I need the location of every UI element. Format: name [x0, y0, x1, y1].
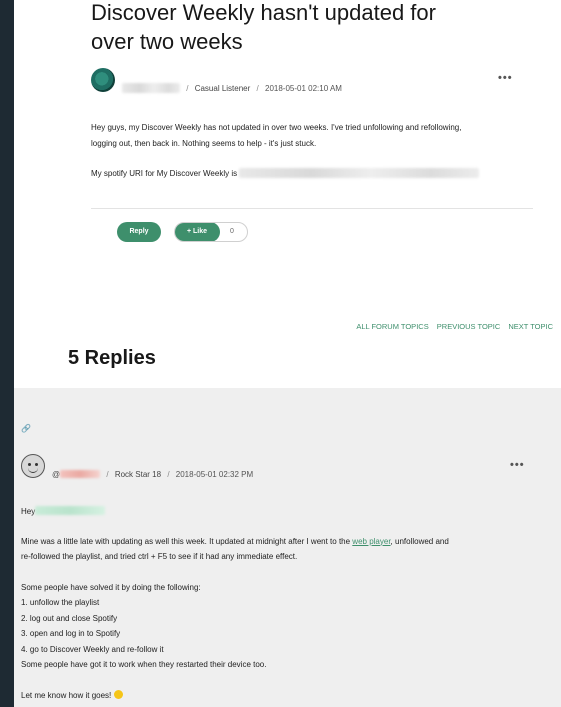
reply-closing: Let me know how it goes!	[21, 688, 556, 704]
spotify-uri-redacted	[239, 168, 480, 178]
post-title-line-1: Discover Weekly hasn't updated for	[91, 0, 436, 25]
reply-author-avatar[interactable]	[21, 454, 45, 478]
post-title-line-2: over two weeks	[91, 29, 243, 54]
post-meta: / Casual Listener / 2018-05-01 02:10 AM	[122, 83, 342, 93]
reply-para-1: Mine was a little late with updating as …	[21, 536, 449, 546]
reply-author-name-redacted[interactable]	[60, 470, 101, 478]
web-player-link[interactable]: web player	[352, 537, 390, 546]
next-topic-link[interactable]: NEXT TOPIC	[508, 322, 553, 331]
author-name-redacted[interactable]	[122, 83, 180, 93]
step-2: 2. log out and close Spotify	[21, 613, 118, 623]
post-body: Hey guys, my Discover Weekly has not upd…	[91, 120, 551, 182]
post-body-line-1: Hey guys, my Discover Weekly has not upd…	[91, 123, 462, 132]
like-control: + Like 0	[174, 222, 248, 242]
solved-intro: Some people have solved it by doing the …	[21, 582, 201, 592]
step-4: 4. go to Discover Weekly and re-follow i…	[21, 644, 164, 654]
reply-body: Hey Mine was a little late with updating…	[21, 504, 556, 703]
reply-button[interactable]: Reply	[117, 222, 161, 242]
reply-para-1-line-2: re-followed the playlist, and tried ctrl…	[21, 552, 298, 561]
reply-meta: @ / Rock Star 18 / 2018-05-01 02:32 PM	[52, 470, 254, 479]
post-divider	[91, 208, 533, 209]
link-icon[interactable]: 🔗	[21, 424, 31, 433]
forum-navigation: ALL FORUM TOPICS PREVIOUS TOPIC NEXT TOP…	[350, 322, 553, 331]
post-title: Discover Weekly hasn't updated for over …	[91, 0, 531, 56]
forum-thread-page: Discover Weekly hasn't updated for over …	[14, 0, 561, 707]
grinning-emoji-icon	[113, 689, 123, 699]
step-3: 3. open and log in to Spotify	[21, 629, 121, 638]
step-1: 1. unfollow the playlist	[21, 598, 100, 607]
reply-more-options-icon[interactable]: •••	[510, 459, 525, 471]
post-uri-line: My spotify URI for My Discover Weekly is	[91, 166, 551, 182]
post-body-line-2: logging out, then back in. Nothing seems…	[91, 138, 317, 148]
post-uri-label: My spotify URI for My Discover Weekly is	[91, 169, 238, 178]
all-forum-topics-link[interactable]: ALL FORUM TOPICS	[356, 322, 428, 331]
recipient-name-redacted	[35, 506, 106, 515]
previous-topic-link[interactable]: PREVIOUS TOPIC	[437, 322, 501, 331]
restart-note: Some people have got it to work when the…	[21, 660, 267, 669]
author-rank: Casual Listener	[194, 84, 251, 93]
author-avatar[interactable]	[91, 68, 115, 92]
more-options-icon[interactable]: •••	[498, 72, 513, 84]
replies-heading: 5 Replies	[68, 347, 156, 369]
reply-date: 2018-05-01 02:32 PM	[175, 470, 254, 479]
like-count: 0	[230, 228, 234, 235]
reply-card: 🔗 @ / Rock Star 18 / 2018-05-01 02:32 PM…	[14, 388, 561, 707]
reply-greeting: Hey	[21, 504, 556, 520]
post-date: 2018-05-01 02:10 AM	[265, 84, 342, 93]
reply-author-rank: Rock Star 18	[114, 470, 162, 479]
like-button[interactable]: + Like	[175, 223, 220, 241]
